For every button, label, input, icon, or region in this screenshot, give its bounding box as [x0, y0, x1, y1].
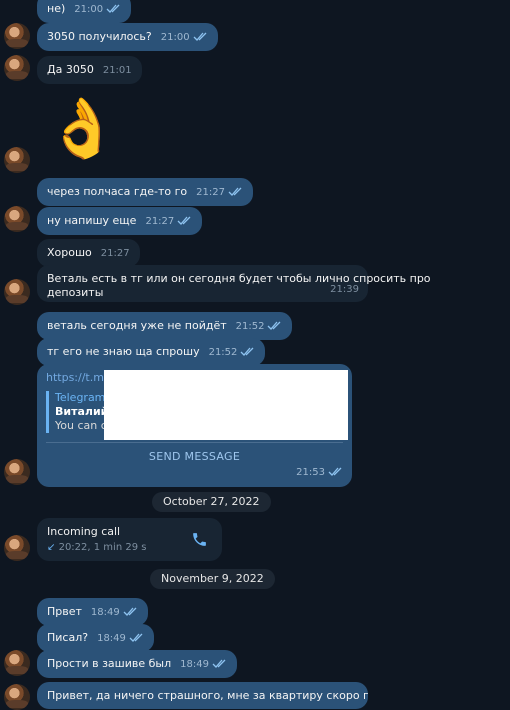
message-time: 21:27 — [196, 187, 225, 198]
double-check-icon — [193, 32, 207, 41]
avatar[interactable] — [4, 684, 30, 710]
double-check-icon — [228, 187, 242, 196]
double-check-icon — [123, 607, 137, 616]
message-text: Првет — [47, 605, 82, 618]
message-text: через полчаса где-то го — [47, 185, 188, 198]
message-text: тг его не знаю ща спрошу — [47, 345, 200, 358]
message-text: Да 3050 — [47, 63, 94, 76]
message-text: Прости в зашиве был — [47, 657, 172, 670]
phone-icon[interactable] — [191, 531, 208, 548]
message-time: 21:00 — [74, 4, 104, 15]
call-title: Incoming call — [47, 525, 121, 538]
message-bubble[interactable]: Хорошо 21:27 — [37, 239, 140, 267]
message-bubble[interactable]: тг его не знаю ща спрошу 21:52 — [37, 338, 266, 366]
message-text: ну напишу еще — [47, 214, 137, 227]
avatar[interactable] — [4, 206, 30, 232]
message-text: Писал? — [47, 631, 89, 644]
message-text: Привет, да ничего страшного, мне за квар… — [47, 689, 368, 702]
message-time: 18:49 — [180, 659, 209, 670]
message-text: Хорошо — [47, 246, 92, 259]
avatar[interactable] — [4, 23, 30, 49]
message-time: 21:39 — [330, 284, 359, 295]
message-bubble[interactable]: через полчаса где-то го 21:27 — [37, 178, 253, 206]
avatar[interactable] — [4, 650, 30, 676]
message-text: веталь сегодня уже не пойдёт — [47, 319, 227, 332]
message-bubble[interactable]: Првет 18:49 — [37, 598, 148, 626]
avatar[interactable] — [4, 459, 30, 485]
message-text: 3050 получилось? — [47, 30, 152, 43]
message-time: 21:27 — [145, 216, 175, 227]
avatar[interactable] — [4, 55, 30, 81]
message-bubble[interactable]: не) 21:00 — [37, 0, 132, 23]
message-bubble[interactable]: Веталь есть в тг или он сегодня будет чт… — [37, 265, 431, 302]
avatar[interactable] — [4, 279, 30, 305]
call-detail: 20:22, 1 min 29 s — [58, 542, 147, 553]
message-text: депозиты — [47, 286, 104, 299]
date-separator: October 27, 2022 — [152, 492, 271, 512]
message-bubble[interactable]: ну напишу еще 21:27 — [37, 207, 203, 235]
send-message-button[interactable]: SEND MESSAGE — [46, 442, 343, 464]
message-time: 21:53 — [296, 467, 325, 478]
message-text: Веталь есть в тг или он сегодня будет чт… — [47, 272, 431, 285]
call-message-bubble[interactable]: Incoming call ↙ 20:22, 1 min 29 s — [37, 518, 222, 561]
message-bubble[interactable]: 3050 получилось? 21:00 — [37, 23, 218, 51]
double-check-icon — [328, 467, 342, 476]
arrow-down-left-icon: ↙ — [47, 542, 56, 553]
avatar[interactable] — [4, 147, 30, 173]
double-check-icon — [212, 659, 226, 668]
message-text: не) — [47, 2, 66, 15]
date-separator: November 9, 2022 — [150, 569, 275, 589]
message-bubble[interactable]: Прости в зашиве был 18:49 — [37, 650, 237, 678]
message-bubble[interactable]: веталь сегодня уже не пойдёт 21:52 — [37, 312, 293, 340]
avatar[interactable] — [4, 535, 30, 561]
message-bubble[interactable]: Привет, да ничего страшного, мне за квар… — [37, 682, 368, 709]
message-meta: 21:53 — [287, 465, 343, 480]
message-bubble[interactable]: Писал? 18:49 — [37, 624, 154, 652]
ok-hand-emoji[interactable]: 👌 — [46, 88, 118, 168]
call-detail-row: ↙ 20:22, 1 min 29 s — [47, 541, 212, 555]
message-time: 18:49 — [90, 607, 120, 618]
message-time: 21:52 — [235, 321, 265, 332]
double-check-icon — [240, 347, 254, 356]
redaction-overlay — [104, 370, 348, 440]
message-bubble[interactable]: Да 3050 21:01 — [37, 56, 142, 84]
double-check-icon — [177, 216, 191, 225]
message-time: 18:49 — [97, 633, 126, 644]
double-check-icon — [106, 4, 120, 13]
double-check-icon — [268, 321, 281, 330]
message-time: 21:00 — [160, 32, 190, 43]
message-time: 21:52 — [208, 347, 238, 358]
message-time: 21:01 — [102, 65, 132, 76]
message-time: 21:27 — [100, 248, 130, 259]
double-check-icon — [129, 633, 143, 642]
